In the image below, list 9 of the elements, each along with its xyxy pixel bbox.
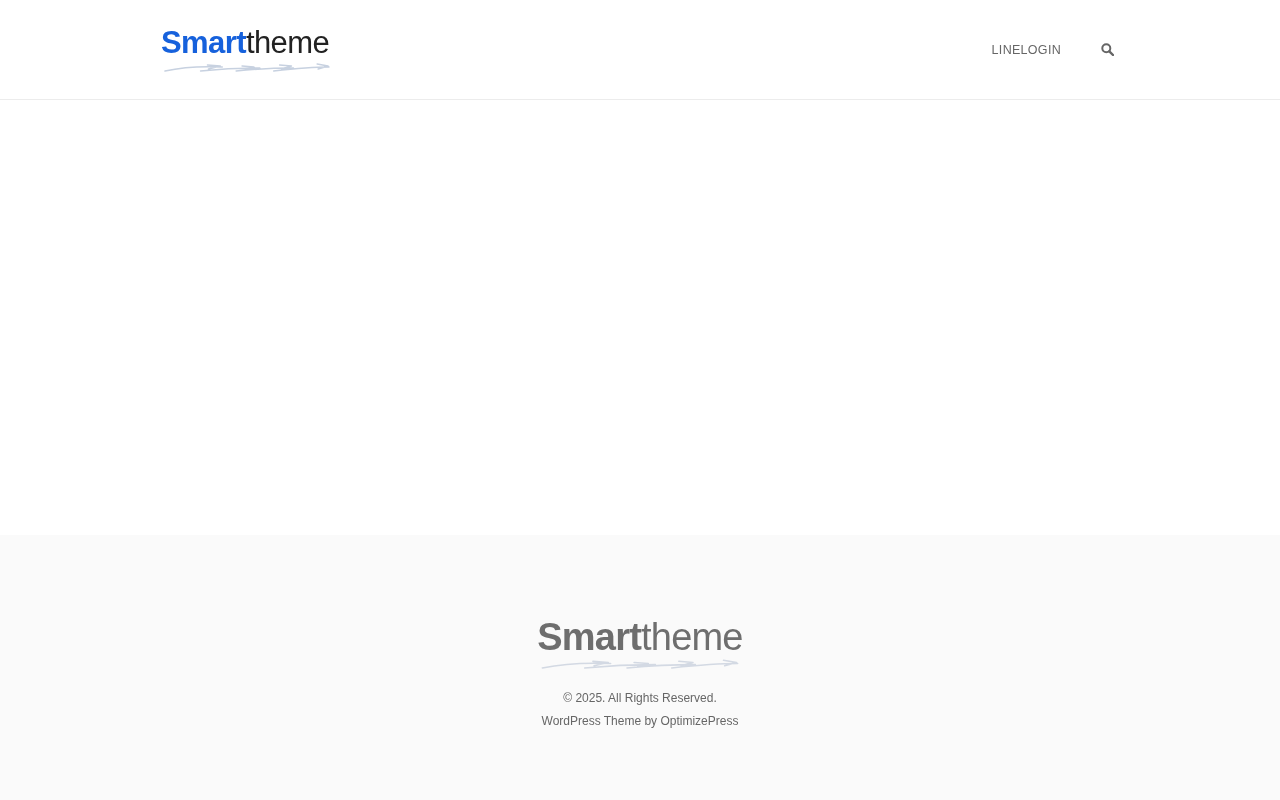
search-icon	[1101, 43, 1114, 56]
credit-text: WordPress Theme by OptimizePress	[541, 713, 739, 730]
swash-icon	[540, 657, 740, 669]
swash-icon	[163, 60, 331, 72]
copyright-text: © 2025. All Rights Reserved.	[563, 690, 717, 707]
search-button[interactable]	[1101, 43, 1114, 56]
logo-link[interactable]: Smarttheme	[161, 27, 331, 72]
footer-logo: Smarttheme	[537, 619, 743, 655]
nav-link[interactable]: LINELOGIN	[991, 42, 1061, 57]
